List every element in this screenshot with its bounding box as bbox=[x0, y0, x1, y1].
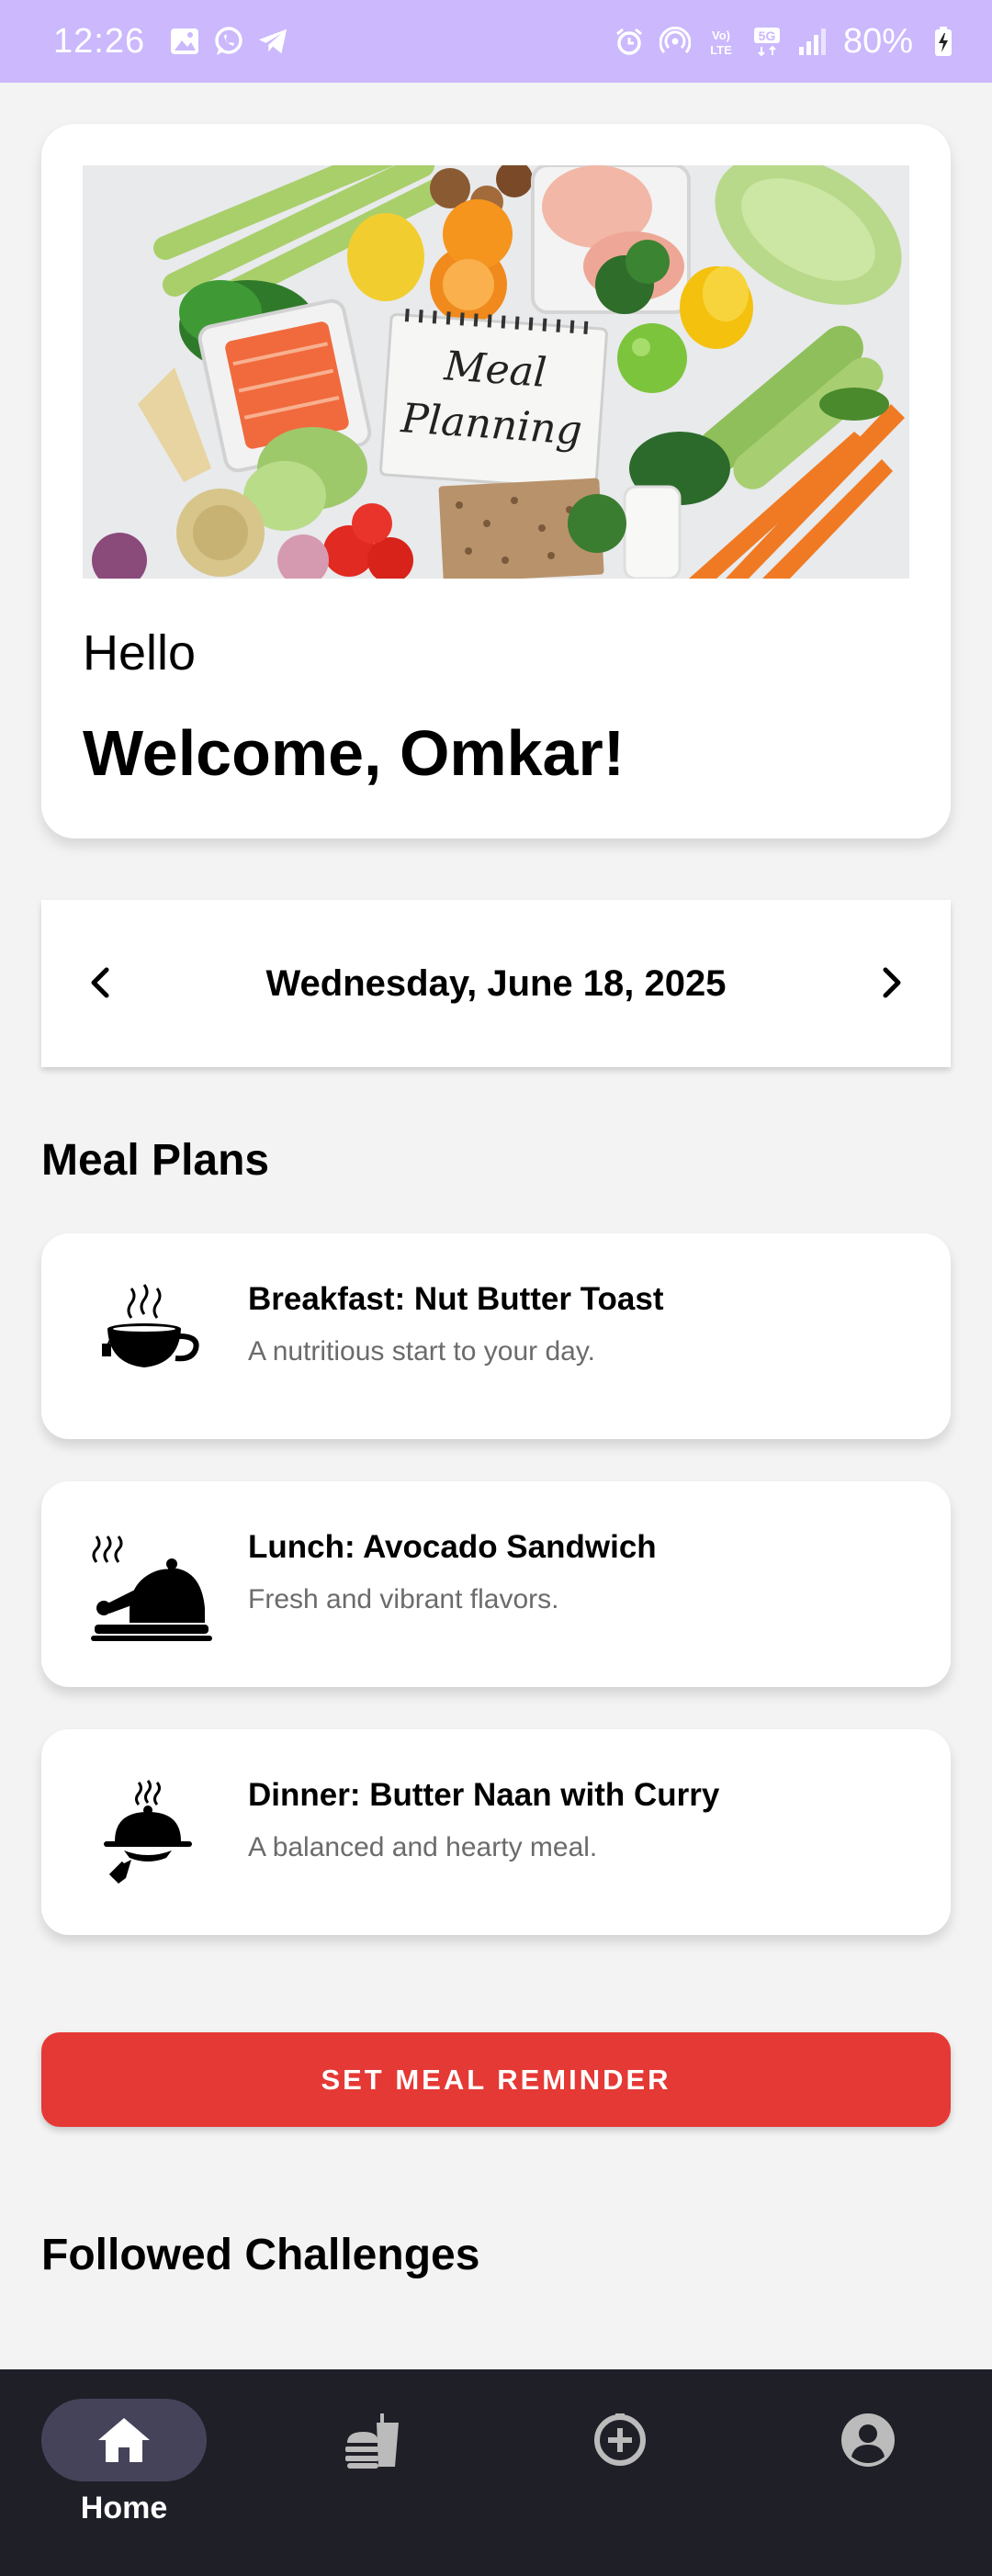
whatsapp-icon bbox=[213, 26, 244, 57]
meal-card-breakfast[interactable]: Breakfast: Nut Butter Toast A nutritious… bbox=[41, 1233, 951, 1439]
meal-description: A nutritious start to your day. bbox=[248, 1336, 595, 1367]
meal-card-lunch[interactable]: Lunch: Avocado Sandwich Fresh and vibran… bbox=[41, 1481, 951, 1687]
meal-title: Lunch: Avocado Sandwich bbox=[248, 1529, 657, 1565]
volte-icon: Vo) LTE bbox=[705, 26, 737, 57]
fast-food-icon bbox=[345, 2413, 399, 2469]
chevron-right-icon bbox=[883, 967, 901, 998]
previous-day-button[interactable] bbox=[73, 955, 129, 1010]
meal-card-dinner[interactable]: Dinner: Butter Naan with Curry A balance… bbox=[41, 1729, 951, 1935]
image-caption-line1: Meal bbox=[442, 343, 548, 397]
add-circle-icon bbox=[594, 2413, 646, 2466]
nav-pill bbox=[289, 2399, 455, 2481]
nav-item-add[interactable] bbox=[537, 2399, 703, 2481]
roast-chicken-icon bbox=[87, 1520, 216, 1648]
status-system-icons: Vo) LTE 5G 80% bbox=[614, 22, 959, 62]
nav-item-profile[interactable] bbox=[785, 2399, 951, 2481]
chevron-left-icon bbox=[91, 967, 109, 998]
followed-challenges-heading: Followed Challenges bbox=[41, 2231, 480, 2279]
meal-description: A balanced and hearty meal. bbox=[248, 1832, 598, 1862]
meal-title: Dinner: Butter Naan with Curry bbox=[248, 1777, 720, 1813]
nav-active-indicator bbox=[41, 2399, 207, 2481]
home-icon bbox=[98, 2418, 150, 2462]
nav-pill bbox=[785, 2399, 951, 2481]
signal-icon bbox=[797, 26, 829, 57]
greeting-text: Hello bbox=[83, 625, 197, 681]
telegram-icon bbox=[257, 26, 288, 57]
selected-date: Wednesday, June 18, 2025 bbox=[265, 962, 727, 1004]
hotspot-icon bbox=[659, 26, 691, 57]
next-day-button[interactable] bbox=[863, 955, 919, 1010]
nav-item-meals[interactable] bbox=[289, 2399, 455, 2481]
account-icon bbox=[841, 2413, 895, 2467]
svg-text:5G: 5G bbox=[759, 28, 776, 43]
status-bar: 12:26 Vo) LTE 5G 80% bbox=[0, 0, 992, 83]
meal-plans-heading: Meal Plans bbox=[41, 1136, 270, 1185]
bottom-navigation: Home bbox=[0, 2369, 992, 2576]
date-navigator: Wednesday, June 18, 2025 bbox=[41, 900, 951, 1067]
meal-description: Fresh and vibrant flavors. bbox=[248, 1584, 559, 1614]
svg-text:Vo): Vo) bbox=[712, 28, 730, 42]
network-5g-icon: 5G bbox=[751, 26, 783, 57]
gallery-icon bbox=[169, 26, 200, 57]
nav-pill bbox=[537, 2399, 703, 2481]
meal-title: Breakfast: Nut Butter Toast bbox=[248, 1281, 664, 1317]
serving-cloche-icon bbox=[87, 1768, 216, 1896]
alarm-icon bbox=[614, 26, 645, 57]
battery-charging-icon bbox=[928, 26, 959, 57]
set-meal-reminder-button[interactable]: SET MEAL REMINDER bbox=[41, 2032, 951, 2127]
status-notification-icons bbox=[169, 26, 288, 57]
welcome-heading: Welcome, Omkar! bbox=[83, 717, 626, 789]
meal-planning-image: Meal Planning bbox=[83, 165, 909, 579]
battery-percentage: 80% bbox=[842, 21, 913, 61]
svg-text:LTE: LTE bbox=[710, 43, 732, 57]
nav-item-home[interactable]: Home bbox=[41, 2399, 207, 2526]
status-time: 12:26 bbox=[53, 21, 146, 61]
welcome-card: Meal Planning Hello Welcome, Omkar! bbox=[41, 124, 951, 838]
nav-label-home: Home bbox=[80, 2491, 168, 2525]
tea-cup-icon bbox=[87, 1272, 216, 1400]
